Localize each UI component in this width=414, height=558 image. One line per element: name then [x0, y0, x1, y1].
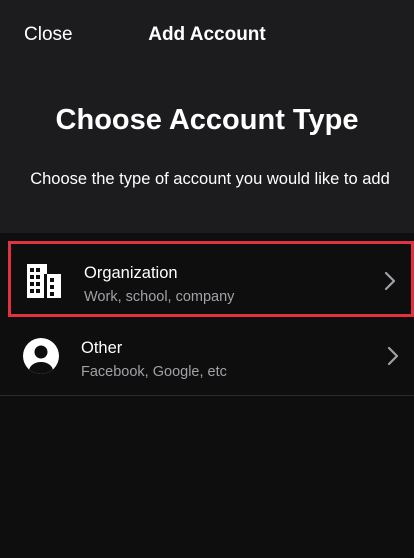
chevron-right-icon — [386, 345, 400, 367]
list-divider — [0, 395, 414, 396]
header-section: Choose Account Type Choose the type of a… — [0, 72, 414, 227]
option-subtitle: Facebook, Google, etc — [81, 364, 227, 380]
navigation-bar: Close Add Account — [0, 0, 414, 72]
option-subtitle: Work, school, company — [84, 289, 235, 305]
option-organization[interactable]: Organization Work, school, company — [8, 241, 414, 317]
close-button[interactable]: Close — [24, 24, 73, 46]
chevron-right-icon — [383, 270, 397, 292]
account-type-list: Organization Work, school, company Other… — [0, 233, 414, 558]
person-icon — [22, 337, 60, 375]
page-subtitle: Choose the type of account you would lik… — [30, 170, 390, 188]
page-title: Choose Account Type — [55, 104, 359, 136]
building-icon — [25, 262, 63, 300]
add-account-screen: Close Add Account Choose Account Type Ch… — [0, 0, 414, 558]
option-title: Other — [81, 339, 123, 357]
option-title: Organization — [84, 264, 178, 282]
option-other[interactable]: Other Facebook, Google, etc — [8, 319, 414, 395]
